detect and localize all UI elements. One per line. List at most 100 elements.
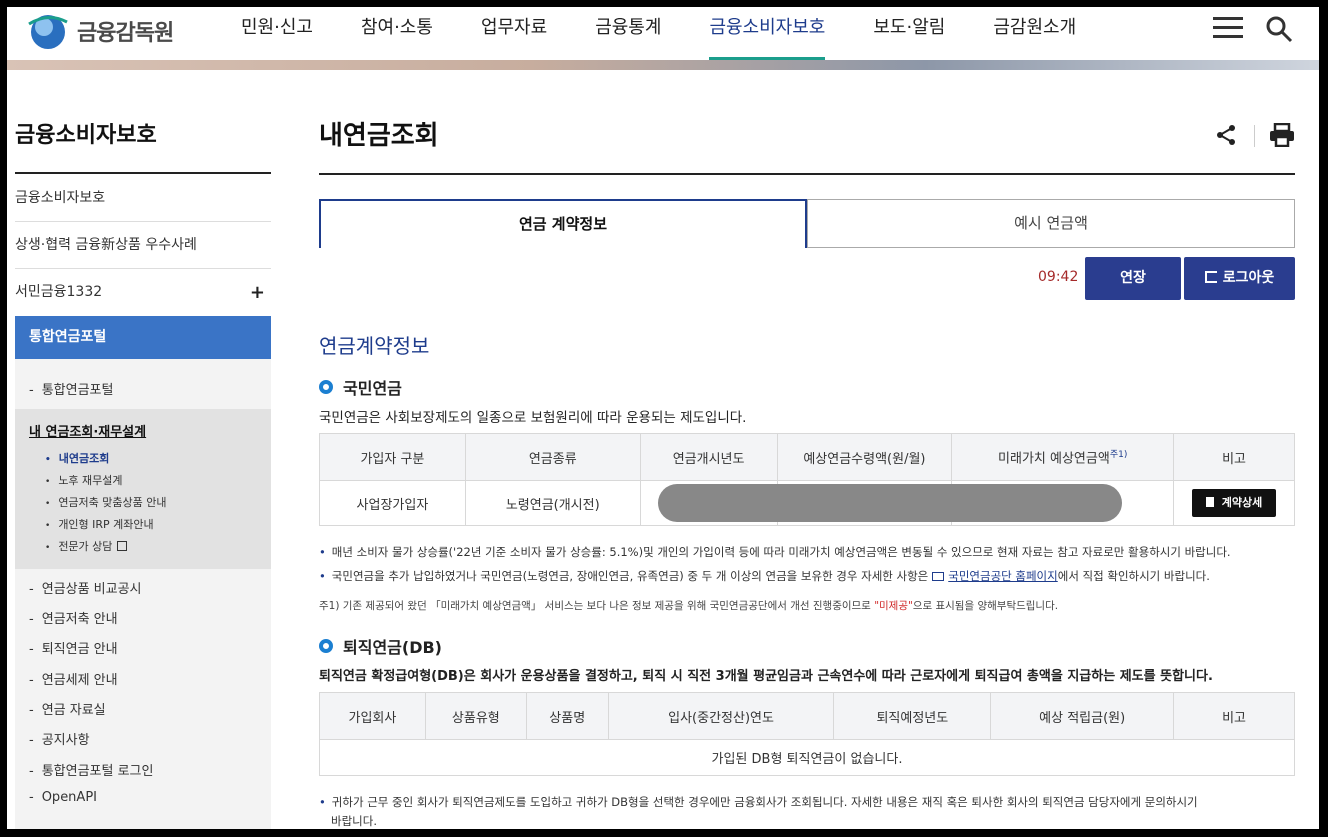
logout-button[interactable]: 로그아웃 <box>1184 257 1295 300</box>
heading-text: 국민연금 <box>343 379 402 398</box>
national-pension-desc: 국민연금은 사회보장제도의 일종으로 보험원리에 따라 운용되는 제도입니다. <box>319 410 747 426</box>
column-header: 퇴직예정년도 <box>833 692 992 740</box>
submenu-openapi[interactable]: OpenAPI <box>29 790 97 805</box>
print-icon[interactable] <box>1269 123 1295 147</box>
table-row: 가입된 DB형 퇴직연금이 없습니다. <box>319 739 1295 776</box>
empty-state-cell: 가입된 DB형 퇴직연금이 없습니다. <box>319 739 1295 776</box>
column-header: 연금종류 <box>464 433 641 481</box>
third-my-pension-lookup[interactable]: 내연금조회 <box>45 450 110 466</box>
tab-example-amount[interactable]: 예시 연금액 <box>807 199 1295 248</box>
column-header: 입사(중간정산)연도 <box>607 692 835 740</box>
third-expert-consult[interactable]: 전문가 상담 <box>45 538 128 554</box>
global-header: 금융감독원 민원·신고 참여·소통 업무자료 금융통계 금융소비자보호 보도·알… <box>7 7 1319 67</box>
page-title: 내연금조회 <box>319 121 439 151</box>
sidebar-item-new-products[interactable]: 상생·협력 금융新상품 우수사례 <box>15 222 271 269</box>
submenu-tax-guide[interactable]: 연금세제 안내 <box>29 669 118 688</box>
nav-participation[interactable]: 참여·소통 <box>337 7 457 67</box>
share-icon[interactable] <box>1215 124 1237 146</box>
column-header: 상품명 <box>525 692 609 740</box>
submenu-product-compare[interactable]: 연금상품 비교공시 <box>29 578 142 597</box>
third-label: 전문가 상담 <box>58 540 113 553</box>
expand-plus-icon[interactable]: + <box>250 269 265 316</box>
national-pension-heading: 국민연금 <box>319 375 402 399</box>
submenu-pension-portal[interactable]: 통합연금포털 <box>29 379 114 398</box>
nav-complaint[interactable]: 민원·신고 <box>217 7 337 67</box>
third-irp-guide[interactable]: 개인형 IRP 계좌안내 <box>45 516 153 532</box>
contract-detail-label: 계약상세 <box>1221 496 1263 509</box>
nav-work-materials[interactable]: 업무자료 <box>457 7 571 67</box>
submenu-portal-login[interactable]: 통합연금포털 로그인 <box>29 760 154 779</box>
footnote-1: 주1) 기존 제공되어 왔던 「미래가치 예상연금액」 서비스는 보다 나은 정… <box>319 598 1058 613</box>
logout-icon <box>1204 271 1217 283</box>
sidebar-item-pension-portal[interactable]: 통합연금포털 <box>15 316 271 359</box>
remark-cell: 계약상세 <box>1173 480 1295 526</box>
column-header: 예상연금수령액(원/월) <box>776 433 953 481</box>
footnote-text-pre: 주1) 기존 제공되어 왔던 「미래가치 예상연금액」 서비스는 보다 나은 정… <box>319 600 871 612</box>
fss-logo-icon <box>28 15 68 49</box>
retirement-pension-heading: 퇴직연금(DB) <box>319 634 442 658</box>
national-note-bullet-1: 매년 소비자 물가 상승률('22년 기준 소비자 물가 상승률: 5.1%)및… <box>319 544 1231 560</box>
pension-type-cell: 노령연금(개시전) <box>464 480 641 526</box>
site-logo[interactable]: 금융감독원 <box>23 10 174 52</box>
nav-about[interactable]: 금감원소개 <box>969 7 1100 67</box>
subscriber-type-cell: 사업장가입자 <box>319 480 466 526</box>
nav-finance-stats[interactable]: 금융통계 <box>571 7 685 67</box>
nav-consumer-protection[interactable]: 금융소비자보호 <box>685 7 849 67</box>
bullet-text-post: 에서 직접 확인하시기 바랍니다. <box>1057 569 1210 583</box>
search-icon[interactable] <box>1265 15 1293 43</box>
session-timer: 09:42 <box>1038 269 1079 285</box>
submenu-notice[interactable]: 공지사항 <box>29 729 90 748</box>
third-retirement-planning[interactable]: 노후 재무설계 <box>45 472 122 488</box>
logout-label: 로그아웃 <box>1222 270 1275 286</box>
retirement-pension-desc: 퇴직연금 확정급여형(DB)은 회사가 운용상품을 결정하고, 퇴직 시 직전 … <box>319 669 1213 684</box>
contract-detail-button[interactable]: 계약상세 <box>1191 489 1277 517</box>
table-header-row: 가입자 구분 연금종류 연금개시년도 예상연금수령액(원/월) 미래가치 예상연… <box>319 433 1295 481</box>
submenu-my-pension[interactable]: 내 연금조회·재무설계 <box>29 421 146 440</box>
tab-contract-info[interactable]: 연금 계약정보 <box>319 199 807 248</box>
logo-text: 금융감독원 <box>77 21 174 46</box>
retirement-pension-table: 가입회사 상품유형 상품명 입사(중간정산)연도 퇴직예정년도 예상 적립금(원… <box>319 692 1295 776</box>
third-savings-products[interactable]: 연금저축 맞춤상품 안내 <box>45 494 166 510</box>
redacted-data-bar <box>658 484 1122 522</box>
column-header: 가입회사 <box>319 692 426 740</box>
footnote-mark: 주1) <box>1109 450 1128 461</box>
column-header: 비고 <box>1173 433 1295 481</box>
submenu-selected-group: 내 연금조회·재무설계 내연금조회 노후 재무설계 연금저축 맞춤상품 안내 개… <box>15 409 271 569</box>
not-provided-label: "미제공" <box>874 600 913 612</box>
new-window-icon <box>932 572 945 581</box>
hamburger-menu-icon[interactable] <box>1213 17 1243 39</box>
footnote-text-post: 으로 표시됨을 양해부탁드립니다. <box>912 600 1059 612</box>
header-banner-image <box>7 60 1319 70</box>
heading-text: 퇴직연금(DB) <box>343 638 442 657</box>
sidebar-divider <box>15 172 271 174</box>
extend-session-button[interactable]: 연장 <box>1085 257 1181 300</box>
sidebar-item-label: 서민금융1332 <box>15 284 103 300</box>
table-header-row: 가입회사 상품유형 상품명 입사(중간정산)연도 퇴직예정년도 예상 적립금(원… <box>319 692 1295 740</box>
section-title: 연금계약정보 <box>319 334 430 358</box>
nps-homepage-link[interactable]: 국민연금공단 홈페이지 <box>948 569 1057 583</box>
submenu-archive[interactable]: 연금 자료실 <box>29 699 106 718</box>
bullet-text-pre: 국민연금을 추가 납입하였거나 국민연금(노령연금, 장애인연금, 유족연금) … <box>331 569 929 583</box>
sidebar-item-consumer-protection[interactable]: 금융소비자보호 <box>15 175 271 222</box>
column-header: 비고 <box>1173 692 1295 740</box>
retirement-note-line2: 바랍니다. <box>331 814 377 828</box>
sidebar-title: 금융소비자보호 <box>15 123 157 148</box>
title-divider <box>319 173 1295 175</box>
submenu-retirement-guide[interactable]: 퇴직연금 안내 <box>29 638 118 657</box>
column-header-future-value: 미래가치 예상연금액주1) <box>951 433 1175 481</box>
national-note-bullet-2: 국민연금을 추가 납입하였거나 국민연금(노령연금, 장애인연금, 유족연금) … <box>319 568 1210 584</box>
column-header-label: 미래가치 예상연금액 <box>998 451 1110 467</box>
column-header: 예상 적립금(원) <box>990 692 1175 740</box>
external-link-icon <box>117 541 128 551</box>
icon-divider <box>1254 125 1255 147</box>
sidebar-item-1332[interactable]: 서민금융1332 + <box>15 269 271 316</box>
bullet-ring-icon <box>319 380 333 394</box>
bullet-ring-icon <box>319 639 333 653</box>
column-header: 상품유형 <box>424 692 527 740</box>
column-header: 가입자 구분 <box>319 433 466 481</box>
retirement-note-bullet: 귀하가 근무 중인 회사가 퇴직연금제도를 도입하고 귀하가 DB형을 선택한 … <box>319 794 1198 810</box>
sidebar-submenu: 통합연금포털 내 연금조회·재무설계 내연금조회 노후 재무설계 연금저축 맞춤… <box>15 359 271 829</box>
column-header: 연금개시년도 <box>639 433 778 481</box>
nav-press[interactable]: 보도·알림 <box>849 7 969 67</box>
submenu-savings-guide[interactable]: 연금저축 안내 <box>29 608 118 627</box>
